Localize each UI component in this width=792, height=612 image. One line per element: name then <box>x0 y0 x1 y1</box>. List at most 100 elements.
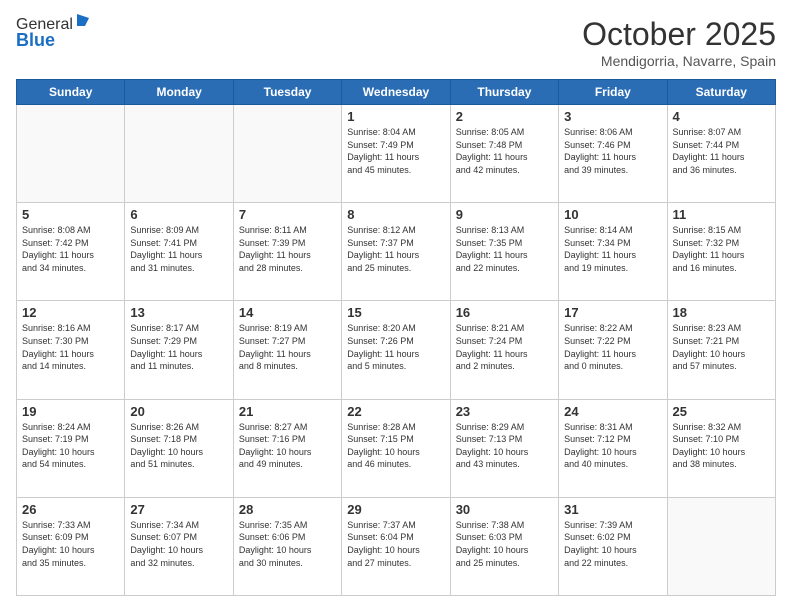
calendar-cell: 11Sunrise: 8:15 AM Sunset: 7:32 PM Dayli… <box>667 203 775 301</box>
day-number: 20 <box>130 404 227 419</box>
day-info: Sunrise: 7:37 AM Sunset: 6:04 PM Dayligh… <box>347 519 444 569</box>
calendar-cell <box>17 105 125 203</box>
day-number: 19 <box>22 404 119 419</box>
header: General Blue October 2025 Mendigorria, N… <box>16 16 776 69</box>
day-info: Sunrise: 7:38 AM Sunset: 6:03 PM Dayligh… <box>456 519 553 569</box>
day-number: 26 <box>22 502 119 517</box>
day-info: Sunrise: 8:20 AM Sunset: 7:26 PM Dayligh… <box>347 322 444 372</box>
calendar-cell: 3Sunrise: 8:06 AM Sunset: 7:46 PM Daylig… <box>559 105 667 203</box>
day-number: 6 <box>130 207 227 222</box>
day-info: Sunrise: 8:17 AM Sunset: 7:29 PM Dayligh… <box>130 322 227 372</box>
calendar-cell: 24Sunrise: 8:31 AM Sunset: 7:12 PM Dayli… <box>559 399 667 497</box>
weekday-header-wednesday: Wednesday <box>342 80 450 105</box>
day-info: Sunrise: 8:28 AM Sunset: 7:15 PM Dayligh… <box>347 421 444 471</box>
calendar-week-2: 5 Sunrise: 8:08 AM Sunset: 7:42 PM Daylig… <box>17 203 776 301</box>
calendar-cell: 17 Sunrise: 8:22 AM Sunset: 7:22 PM Dayli… <box>559 301 667 399</box>
day-info: Sunrise: 8:14 AM Sunset: 7:34 PM Dayligh… <box>564 224 661 274</box>
day-number: 1 <box>347 109 444 124</box>
calendar-cell: 31Sunrise: 7:39 AM Sunset: 6:02 PM Dayli… <box>559 497 667 595</box>
calendar-cell <box>125 105 233 203</box>
calendar-cell: 23 Sunrise: 8:29 AM Sunset: 7:13 PM Dayli… <box>450 399 558 497</box>
calendar-cell: 21 Sunrise: 8:27 AM Sunset: 7:16 PM Dayli… <box>233 399 341 497</box>
calendar-cell: 9Sunrise: 8:13 AM Sunset: 7:35 PM Daylig… <box>450 203 558 301</box>
day-number: 16 <box>456 305 553 320</box>
day-info: Sunrise: 8:07 AM Sunset: 7:44 PM Dayligh… <box>673 126 770 176</box>
calendar-cell: 4 Sunrise: 8:07 AM Sunset: 7:44 PM Daylig… <box>667 105 775 203</box>
day-info: Sunrise: 7:35 AM Sunset: 6:06 PM Dayligh… <box>239 519 336 569</box>
calendar-cell: 14 Sunrise: 8:19 AM Sunset: 7:27 PM Dayli… <box>233 301 341 399</box>
day-number: 14 <box>239 305 336 320</box>
calendar-cell: 8 Sunrise: 8:12 AM Sunset: 7:37 PM Daylig… <box>342 203 450 301</box>
calendar-cell: 19 Sunrise: 8:24 AM Sunset: 7:19 PM Dayli… <box>17 399 125 497</box>
day-number: 18 <box>673 305 770 320</box>
day-number: 23 <box>456 404 553 419</box>
calendar-cell: 10 Sunrise: 8:14 AM Sunset: 7:34 PM Dayli… <box>559 203 667 301</box>
day-info: Sunrise: 8:12 AM Sunset: 7:37 PM Dayligh… <box>347 224 444 274</box>
calendar-cell: 28 Sunrise: 7:35 AM Sunset: 6:06 PM Dayli… <box>233 497 341 595</box>
day-number: 21 <box>239 404 336 419</box>
calendar-week-1: 1 Sunrise: 8:04 AM Sunset: 7:49 PM Daylig… <box>17 105 776 203</box>
day-number: 4 <box>673 109 770 124</box>
calendar-cell: 7 Sunrise: 8:11 AM Sunset: 7:39 PM Daylig… <box>233 203 341 301</box>
day-number: 31 <box>564 502 661 517</box>
calendar-cell <box>233 105 341 203</box>
calendar-table: SundayMondayTuesdayWednesdayThursdayFrid… <box>16 79 776 596</box>
calendar-cell: 15 Sunrise: 8:20 AM Sunset: 7:26 PM Dayli… <box>342 301 450 399</box>
calendar-cell: 29 Sunrise: 7:37 AM Sunset: 6:04 PM Dayli… <box>342 497 450 595</box>
day-info: Sunrise: 8:24 AM Sunset: 7:19 PM Dayligh… <box>22 421 119 471</box>
weekday-header-thursday: Thursday <box>450 80 558 105</box>
day-number: 5 <box>22 207 119 222</box>
day-number: 27 <box>130 502 227 517</box>
day-info: Sunrise: 8:27 AM Sunset: 7:16 PM Dayligh… <box>239 421 336 471</box>
weekday-header-row: SundayMondayTuesdayWednesdayThursdayFrid… <box>17 80 776 105</box>
calendar-cell: 5 Sunrise: 8:08 AM Sunset: 7:42 PM Daylig… <box>17 203 125 301</box>
weekday-header-monday: Monday <box>125 80 233 105</box>
day-info: Sunrise: 8:23 AM Sunset: 7:21 PM Dayligh… <box>673 322 770 372</box>
location: Mendigorria, Navarre, Spain <box>582 53 776 69</box>
calendar-cell: 22Sunrise: 8:28 AM Sunset: 7:15 PM Dayli… <box>342 399 450 497</box>
calendar-cell: 27 Sunrise: 7:34 AM Sunset: 6:07 PM Dayli… <box>125 497 233 595</box>
day-info: Sunrise: 8:06 AM Sunset: 7:46 PM Dayligh… <box>564 126 661 176</box>
calendar-cell: 13Sunrise: 8:17 AM Sunset: 7:29 PM Dayli… <box>125 301 233 399</box>
calendar-cell: 16 Sunrise: 8:21 AM Sunset: 7:24 PM Dayli… <box>450 301 558 399</box>
day-number: 25 <box>673 404 770 419</box>
day-info: Sunrise: 8:29 AM Sunset: 7:13 PM Dayligh… <box>456 421 553 471</box>
calendar-cell: 18 Sunrise: 8:23 AM Sunset: 7:21 PM Dayli… <box>667 301 775 399</box>
day-info: Sunrise: 8:26 AM Sunset: 7:18 PM Dayligh… <box>130 421 227 471</box>
weekday-header-tuesday: Tuesday <box>233 80 341 105</box>
day-info: Sunrise: 8:09 AM Sunset: 7:41 PM Dayligh… <box>130 224 227 274</box>
day-info: Sunrise: 8:22 AM Sunset: 7:22 PM Dayligh… <box>564 322 661 372</box>
calendar-cell: 2Sunrise: 8:05 AM Sunset: 7:48 PM Daylig… <box>450 105 558 203</box>
day-info: Sunrise: 8:21 AM Sunset: 7:24 PM Dayligh… <box>456 322 553 372</box>
day-info: Sunrise: 8:16 AM Sunset: 7:30 PM Dayligh… <box>22 322 119 372</box>
day-info: Sunrise: 8:08 AM Sunset: 7:42 PM Dayligh… <box>22 224 119 274</box>
weekday-header-saturday: Saturday <box>667 80 775 105</box>
day-number: 15 <box>347 305 444 320</box>
calendar-cell: 12 Sunrise: 8:16 AM Sunset: 7:30 PM Dayli… <box>17 301 125 399</box>
day-number: 29 <box>347 502 444 517</box>
day-number: 12 <box>22 305 119 320</box>
day-number: 30 <box>456 502 553 517</box>
day-number: 8 <box>347 207 444 222</box>
day-number: 17 <box>564 305 661 320</box>
day-info: Sunrise: 8:15 AM Sunset: 7:32 PM Dayligh… <box>673 224 770 274</box>
day-info: Sunrise: 8:19 AM Sunset: 7:27 PM Dayligh… <box>239 322 336 372</box>
logo: General Blue <box>16 16 91 51</box>
calendar-week-3: 12 Sunrise: 8:16 AM Sunset: 7:30 PM Dayli… <box>17 301 776 399</box>
day-number: 10 <box>564 207 661 222</box>
weekday-header-friday: Friday <box>559 80 667 105</box>
day-info: Sunrise: 8:04 AM Sunset: 7:49 PM Dayligh… <box>347 126 444 176</box>
weekday-header-sunday: Sunday <box>17 80 125 105</box>
day-number: 24 <box>564 404 661 419</box>
day-info: Sunrise: 7:34 AM Sunset: 6:07 PM Dayligh… <box>130 519 227 569</box>
day-info: Sunrise: 8:05 AM Sunset: 7:48 PM Dayligh… <box>456 126 553 176</box>
day-number: 28 <box>239 502 336 517</box>
day-info: Sunrise: 8:11 AM Sunset: 7:39 PM Dayligh… <box>239 224 336 274</box>
logo-blue-text: Blue <box>16 30 55 51</box>
calendar-cell <box>667 497 775 595</box>
day-number: 7 <box>239 207 336 222</box>
month-title: October 2025 <box>582 16 776 53</box>
day-info: Sunrise: 8:13 AM Sunset: 7:35 PM Dayligh… <box>456 224 553 274</box>
day-info: Sunrise: 8:32 AM Sunset: 7:10 PM Dayligh… <box>673 421 770 471</box>
page: General Blue October 2025 Mendigorria, N… <box>0 0 792 612</box>
